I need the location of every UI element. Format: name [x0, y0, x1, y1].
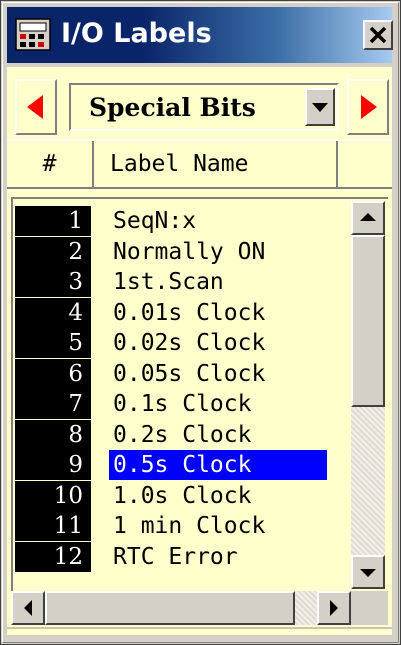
red-left-arrow-icon	[27, 95, 43, 119]
row-label[interactable]: 0.1s Clock	[109, 389, 257, 419]
list-item[interactable]: 7 0.1s Clock	[13, 388, 353, 420]
row-number: 4	[15, 297, 91, 328]
horizontal-scroll-thumb[interactable]	[45, 591, 295, 625]
row-number: 9	[15, 450, 91, 480]
selected-row-label[interactable]: 0.5s Clock	[109, 450, 327, 480]
list-item[interactable]: 4 0.01s Clock	[13, 297, 353, 329]
scroll-up-button[interactable]	[351, 201, 385, 235]
close-x-icon	[369, 26, 387, 44]
title-bar[interactable]: I/O Labels	[7, 7, 393, 63]
list-item[interactable]: 5 0.02s Clock	[13, 327, 353, 359]
window-title: I/O Labels	[61, 18, 212, 49]
row-number: 11	[15, 511, 91, 541]
row-number: 2	[15, 236, 91, 267]
triangle-right-icon	[330, 600, 338, 616]
column-header-row: # Label Name	[7, 139, 392, 189]
row-number: 12	[15, 541, 91, 572]
triangle-left-icon	[24, 600, 32, 616]
io-labels-window: I/O Labels Special Bits # Label Name 1 S…	[0, 0, 401, 645]
scroll-down-button[interactable]	[351, 555, 385, 589]
previous-category-button[interactable]	[15, 79, 57, 135]
next-category-button[interactable]	[347, 79, 389, 135]
row-label[interactable]: Normally ON	[109, 237, 271, 267]
list-item[interactable]: 10 1.0s Clock	[13, 480, 353, 512]
scrollbar-corner	[351, 591, 388, 625]
triangle-up-icon	[360, 213, 376, 221]
triangle-down-icon	[360, 569, 376, 577]
vertical-scroll-thumb[interactable]	[351, 235, 385, 407]
row-number: 8	[15, 419, 91, 450]
row-label[interactable]: RTC Error	[109, 542, 244, 572]
close-button[interactable]	[363, 20, 393, 50]
row-label[interactable]: 1 min Clock	[109, 511, 271, 541]
category-select-value: Special Bits	[89, 93, 256, 122]
row-label[interactable]: 0.2s Clock	[109, 420, 257, 450]
list-item[interactable]: 1 SeqN:x	[13, 205, 353, 237]
labels-list[interactable]: 1 SeqN:x 2 Normally ON 3 1st.Scan 4 0.01s Clock…	[11, 197, 388, 591]
scroll-left-button[interactable]	[11, 591, 45, 625]
red-right-arrow-icon	[361, 95, 377, 119]
list-item[interactable]: 3 1st.Scan	[13, 266, 353, 298]
labels-panel: Special Bits # Label Name 1 SeqN:x 2 Normal…	[7, 67, 392, 635]
row-number: 7	[15, 389, 91, 419]
row-number: 10	[15, 480, 91, 511]
row-number: 1	[15, 206, 91, 236]
vertical-scrollbar[interactable]	[351, 201, 385, 589]
row-label[interactable]: 1st.Scan	[109, 267, 230, 297]
list-item[interactable]: 2 Normally ON	[13, 236, 353, 268]
column-header-number[interactable]: #	[7, 141, 94, 187]
calculator-app-icon	[14, 16, 52, 52]
row-label[interactable]: 0.05s Clock	[109, 359, 271, 389]
row-label[interactable]: 1.0s Clock	[109, 481, 257, 511]
list-item[interactable]: 12 RTC Error	[13, 541, 353, 573]
list-item[interactable]: 6 0.05s Clock	[13, 358, 353, 390]
row-label[interactable]: SeqN:x	[109, 206, 202, 236]
category-dropdown-button[interactable]	[305, 88, 335, 126]
chevron-down-icon	[312, 103, 328, 112]
column-header-label-name[interactable]: Label Name	[96, 141, 338, 187]
list-item[interactable]: 9 0.5s Clock	[13, 449, 353, 481]
category-select[interactable]: Special Bits	[69, 83, 339, 131]
scroll-right-button[interactable]	[317, 591, 351, 625]
horizontal-scrollbar[interactable]	[11, 591, 351, 625]
row-label[interactable]: 0.01s Clock	[109, 298, 271, 328]
list-item[interactable]: 8 0.2s Clock	[13, 419, 353, 451]
row-label[interactable]: 0.02s Clock	[109, 328, 271, 358]
status-strip	[7, 627, 392, 635]
row-number: 6	[15, 358, 91, 389]
list-item[interactable]: 11 1 min Clock	[13, 510, 353, 542]
row-number: 3	[15, 267, 91, 297]
row-number: 5	[15, 328, 91, 358]
